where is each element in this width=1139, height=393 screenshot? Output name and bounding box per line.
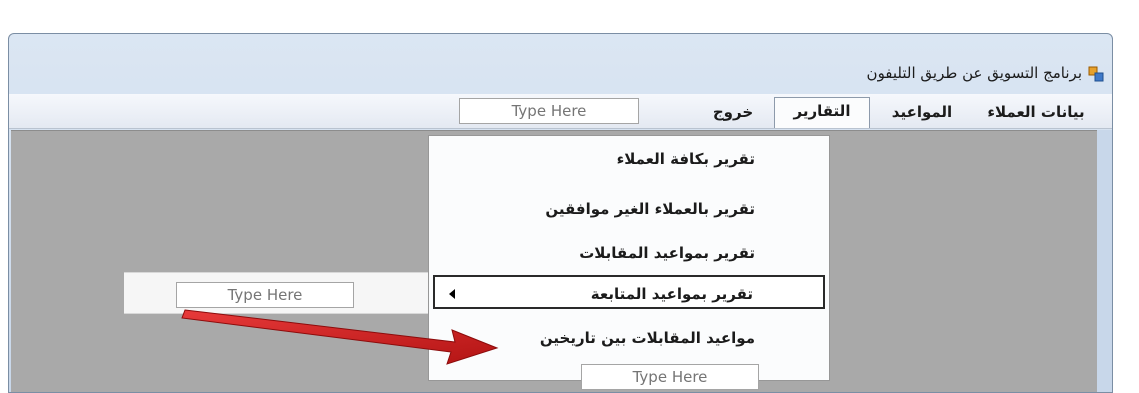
submenu-type-here-input[interactable] [176, 282, 354, 308]
title-bar: برنامج التسويق عن طريق التليفون [9, 34, 1112, 94]
app-icon [1088, 66, 1104, 82]
dropdown-type-here-input[interactable] [581, 364, 759, 390]
report-all-customers[interactable]: تقرير بكافة العملاء [433, 142, 825, 176]
menu-reports[interactable]: التقارير [774, 97, 870, 128]
report-followup-label: تقرير بمواعيد المتابعة [590, 285, 753, 303]
menu-appointments[interactable]: المواعيد [882, 100, 962, 124]
report-interviews-between-dates[interactable]: مواعيد المقابلات بين تاريخين [433, 321, 825, 355]
report-interview-appointments[interactable]: تقرير بمواعيد المقابلات [433, 236, 825, 270]
report-declined-customers[interactable]: تقرير بالعملاء الغير موافقين [433, 192, 825, 226]
submenu-arrow-icon [449, 289, 455, 299]
submenu-strip [124, 272, 430, 314]
menu-bar: بيانات العملاء المواعيد التقارير خروج [9, 94, 1112, 129]
menu-customers[interactable]: بيانات العملاء [972, 100, 1100, 124]
reports-dropdown: تقرير بكافة العملاء تقرير بالعملاء الغير… [428, 135, 830, 390]
report-followup-appointments[interactable]: تقرير بمواعيد المتابعة [433, 275, 825, 309]
menubar-type-here-input[interactable] [459, 98, 639, 124]
side-strip [1097, 130, 1112, 392]
menu-exit[interactable]: خروج [700, 100, 766, 124]
window-title: برنامج التسويق عن طريق التليفون [866, 64, 1082, 82]
